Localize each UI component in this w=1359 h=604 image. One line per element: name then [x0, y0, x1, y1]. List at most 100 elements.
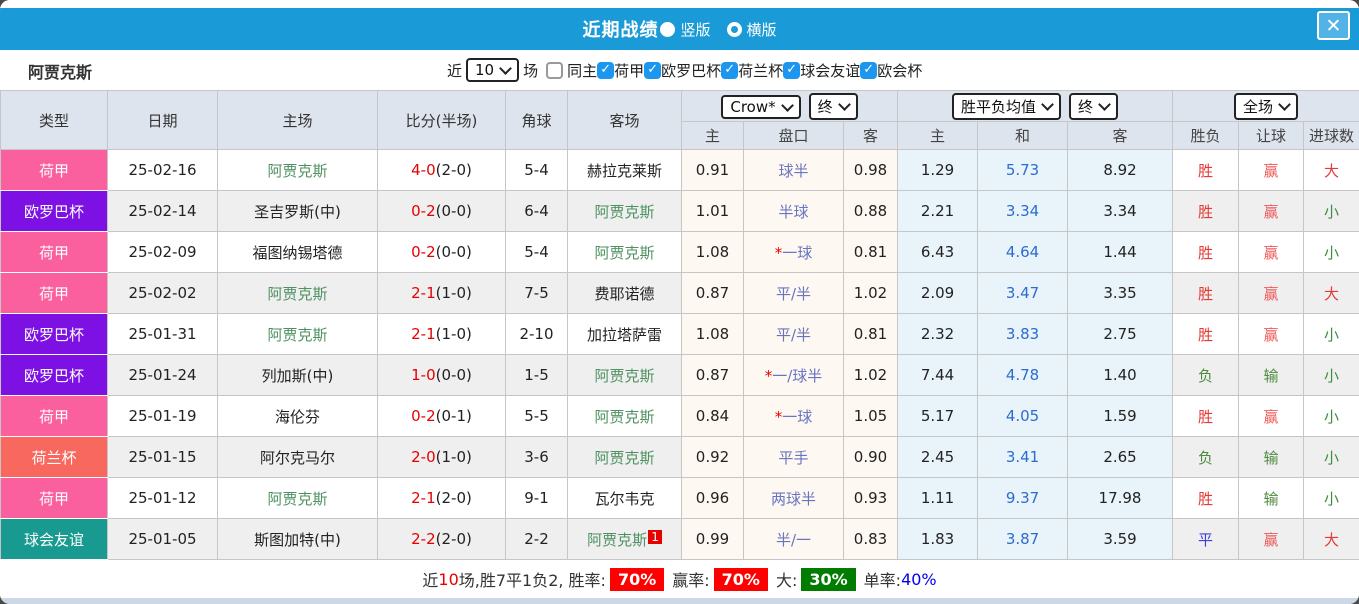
header-odds-away: 客 [844, 122, 898, 150]
home-team-cell: 列加斯(中) [218, 355, 378, 396]
header-score: 比分(半场) [378, 91, 506, 150]
header-home: 主场 [218, 91, 378, 150]
close-icon[interactable]: ✕ [1317, 11, 1350, 40]
avg-home-cell: 2.09 [898, 273, 978, 314]
summary-prefix: 近 [422, 567, 438, 591]
recent-label: 近 [447, 60, 462, 81]
league-checkbox-3[interactable]: ✓ [783, 62, 800, 79]
header-avg-draw: 和 [978, 122, 1068, 150]
radio-horizontal-label[interactable]: 横版 [747, 19, 777, 40]
odds-away-cell: 0.88 [844, 191, 898, 232]
avg-home-cell: 1.29 [898, 150, 978, 191]
score-cell: 2-1(1-0) [378, 314, 506, 355]
league-label-4[interactable]: 欧会杯 [877, 60, 922, 81]
odds-time-select[interactable]: 终 [809, 93, 858, 120]
away-team-cell: 阿贾克斯 [568, 232, 682, 273]
league-label-3[interactable]: 球会友谊 [800, 60, 860, 81]
avg-draw-cell: 3.47 [978, 273, 1068, 314]
same-home-checkbox[interactable] [546, 62, 563, 79]
summary-footer: 近10场,胜7平1负2, 胜率: 70% 赢率: 70% 大: 30% 单率: … [0, 560, 1359, 598]
league-checkbox-2[interactable]: ✓ [721, 62, 738, 79]
score-cell: 0-2(0-0) [378, 191, 506, 232]
away-team-cell: 瓦尔韦克 [568, 478, 682, 519]
date-cell: 25-02-16 [108, 150, 218, 191]
result-cell: 平 [1173, 519, 1239, 560]
odds-home-cell: 0.87 [682, 273, 744, 314]
avg-draw-cell: 4.05 [978, 396, 1068, 437]
score-cell: 2-2(2-0) [378, 519, 506, 560]
header-goals: 进球数 [1304, 122, 1359, 150]
home-team-cell: 阿贾克斯 [218, 314, 378, 355]
recent-count-select[interactable]: 10 [466, 58, 519, 82]
handicap-result-cell: 赢 [1239, 273, 1304, 314]
handicap-cell: *一球 [744, 396, 844, 437]
avg-away-cell: 1.59 [1068, 396, 1173, 437]
home-team-cell: 圣吉罗斯(中) [218, 191, 378, 232]
avg-home-cell: 1.83 [898, 519, 978, 560]
avg-away-cell: 3.59 [1068, 519, 1173, 560]
odds-away-cell: 0.83 [844, 519, 898, 560]
corners-cell: 7-5 [506, 273, 568, 314]
avg-draw-cell: 4.78 [978, 355, 1068, 396]
chevron-down-icon [1278, 98, 1291, 111]
goals-result-cell: 大 [1304, 150, 1359, 191]
big-rate-label: 大: [776, 567, 797, 591]
goals-result-cell: 小 [1304, 232, 1359, 273]
chevron-down-icon [838, 98, 851, 111]
scope-select[interactable]: 全场 [1234, 93, 1298, 120]
avg-type-select[interactable]: 胜平负均值 [952, 93, 1061, 120]
corners-cell: 5-4 [506, 150, 568, 191]
avg-home-cell: 1.11 [898, 478, 978, 519]
matches-label: 场 [523, 60, 538, 81]
home-team-cell: 阿贾克斯 [218, 273, 378, 314]
bottom-strip [0, 598, 1359, 604]
header-wl: 胜负 [1173, 122, 1239, 150]
table-row: 欧罗巴杯25-01-31阿贾克斯2-1(1-0)2-10加拉塔萨雷1.08平/半… [1, 314, 1359, 355]
recent-results-dialog: 近期战绩 竖版 横版 ✕ 阿贾克斯 近 10 场 同主 ✓ 荷甲 ✓ 欧罗巴杯 … [0, 0, 1359, 604]
avg-draw-cell: 3.87 [978, 519, 1068, 560]
handicap-cell: *一/球半 [744, 355, 844, 396]
league-checkbox-4[interactable]: ✓ [860, 62, 877, 79]
league-label-1[interactable]: 欧罗巴杯 [661, 60, 721, 81]
league-label-0[interactable]: 荷甲 [614, 60, 644, 81]
result-cell: 胜 [1173, 396, 1239, 437]
filter-controls: 近 10 场 同主 ✓ 荷甲 ✓ 欧罗巴杯 ✓ 荷兰杯 ✓ 球会友谊 ✓ 欧会杯 [447, 50, 922, 90]
header-corners: 角球 [506, 91, 568, 150]
league-checkbox-0[interactable]: ✓ [597, 62, 614, 79]
radio-vertical-selected[interactable] [660, 22, 675, 37]
avg-away-cell: 1.40 [1068, 355, 1173, 396]
league-cell: 欧罗巴杯 [1, 191, 108, 232]
chevron-down-icon [1041, 98, 1054, 111]
asia-rate-label: 赢率: [672, 567, 709, 591]
corners-cell: 3-6 [506, 437, 568, 478]
team-name: 阿贾克斯 [28, 59, 92, 83]
league-label-2[interactable]: 荷兰杯 [738, 60, 783, 81]
odds-away-cell: 0.81 [844, 232, 898, 273]
date-cell: 25-02-14 [108, 191, 218, 232]
table-row: 荷兰杯25-01-15阿尔克马尔2-0(1-0)3-6阿贾克斯0.92平手0.9… [1, 437, 1359, 478]
handicap-result-cell: 赢 [1239, 314, 1304, 355]
odds-away-cell: 0.81 [844, 314, 898, 355]
radio-horizontal[interactable] [727, 22, 742, 37]
asia-rate-badge: 70% [714, 568, 768, 591]
league-cell: 欧罗巴杯 [1, 355, 108, 396]
dialog-title: 近期战绩 [582, 16, 658, 42]
avg-time-select[interactable]: 终 [1069, 93, 1118, 120]
goals-result-cell: 小 [1304, 314, 1359, 355]
radio-vertical-label[interactable]: 竖版 [680, 19, 710, 40]
handicap-cell: 半/一 [744, 519, 844, 560]
chevron-down-icon [781, 99, 794, 112]
away-team-cell: 阿贾克斯 [568, 396, 682, 437]
corners-cell: 5-4 [506, 232, 568, 273]
top-strip [0, 0, 1359, 8]
odds-away-cell: 0.90 [844, 437, 898, 478]
header-date: 日期 [108, 91, 218, 150]
result-cell: 胜 [1173, 273, 1239, 314]
league-checkbox-1[interactable]: ✓ [644, 62, 661, 79]
results-body: 荷甲25-02-16阿贾克斯4-0(2-0)5-4赫拉克莱斯0.91球半0.98… [1, 150, 1359, 560]
odds-company-select[interactable]: Crow* [721, 95, 800, 119]
goals-result-cell: 小 [1304, 355, 1359, 396]
avg-draw-cell: 4.64 [978, 232, 1068, 273]
goals-result-cell: 大 [1304, 273, 1359, 314]
date-cell: 25-01-05 [108, 519, 218, 560]
